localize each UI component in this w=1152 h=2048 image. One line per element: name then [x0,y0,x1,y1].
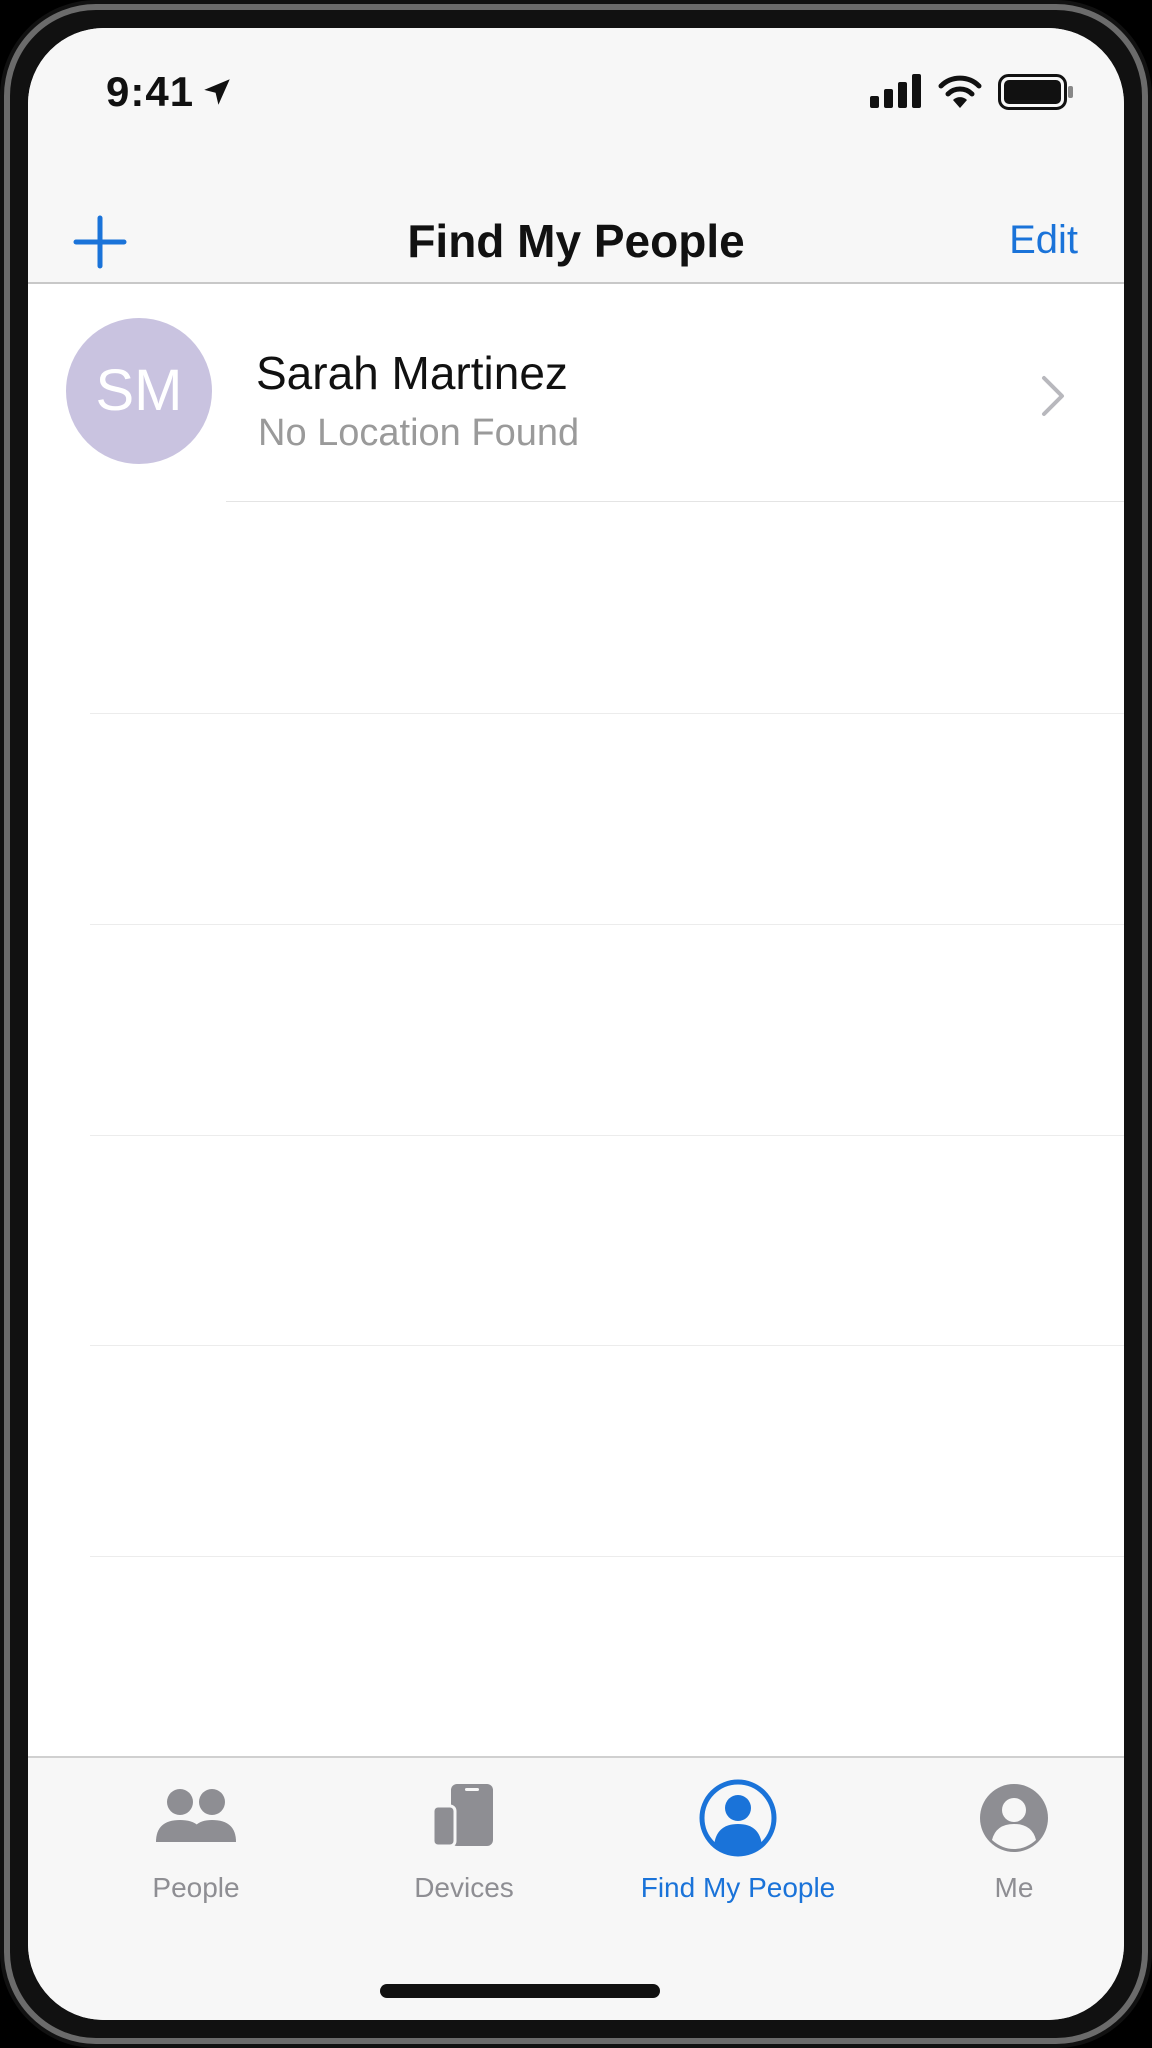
tab-label: Me [994,1872,1034,1903]
list-separator [90,1135,1124,1136]
me-icon [980,1784,1048,1852]
tab-label: People [152,1872,240,1903]
home-indicator[interactable] [380,1984,660,1998]
tab-label: Find My People [640,1872,836,1903]
tab-devices[interactable]: Devices [364,1778,564,1904]
cellular-signal-icon [870,74,921,108]
person-name: Sarah Martinez [256,347,568,399]
list-separator [90,1556,1124,1557]
avatar: SM [66,318,212,464]
person-circle-icon [699,1779,777,1857]
page-title: Find My People [407,215,745,267]
tab-people[interactable]: People [96,1778,296,1904]
list-separator [90,713,1124,714]
row-divider [226,501,1124,502]
battery-icon [998,74,1073,110]
screen: 9:41 Find My People Edit SM Sarah Martin… [28,28,1124,2020]
chevron-right-icon [1042,376,1064,416]
phone-frame: 9:41 Find My People Edit SM Sarah Martin… [0,0,1152,2048]
tab-label: Devices [414,1872,514,1903]
status-time: 9:41 [106,68,195,115]
person-row[interactable]: SM Sarah Martinez No Location Found [28,284,1124,502]
tab-bar: People Devices Find My People Me [28,1756,1124,2020]
list-separator [90,1345,1124,1346]
person-location-status: No Location Found [258,412,580,454]
edit-button[interactable]: Edit [1009,218,1078,263]
list-separator [90,924,1124,925]
tab-find-my-people[interactable]: Find My People [638,1778,838,1904]
people-list: SM Sarah Martinez No Location Found [28,284,1124,502]
devices-icon [431,1784,493,1848]
tab-me[interactable]: Me [914,1778,1114,1904]
navigation-bar: Find My People Edit [28,148,1124,284]
people-icon [156,1789,236,1842]
status-bar: 9:41 [28,28,1124,148]
wifi-icon [938,75,982,108]
location-arrow-icon [204,79,230,105]
